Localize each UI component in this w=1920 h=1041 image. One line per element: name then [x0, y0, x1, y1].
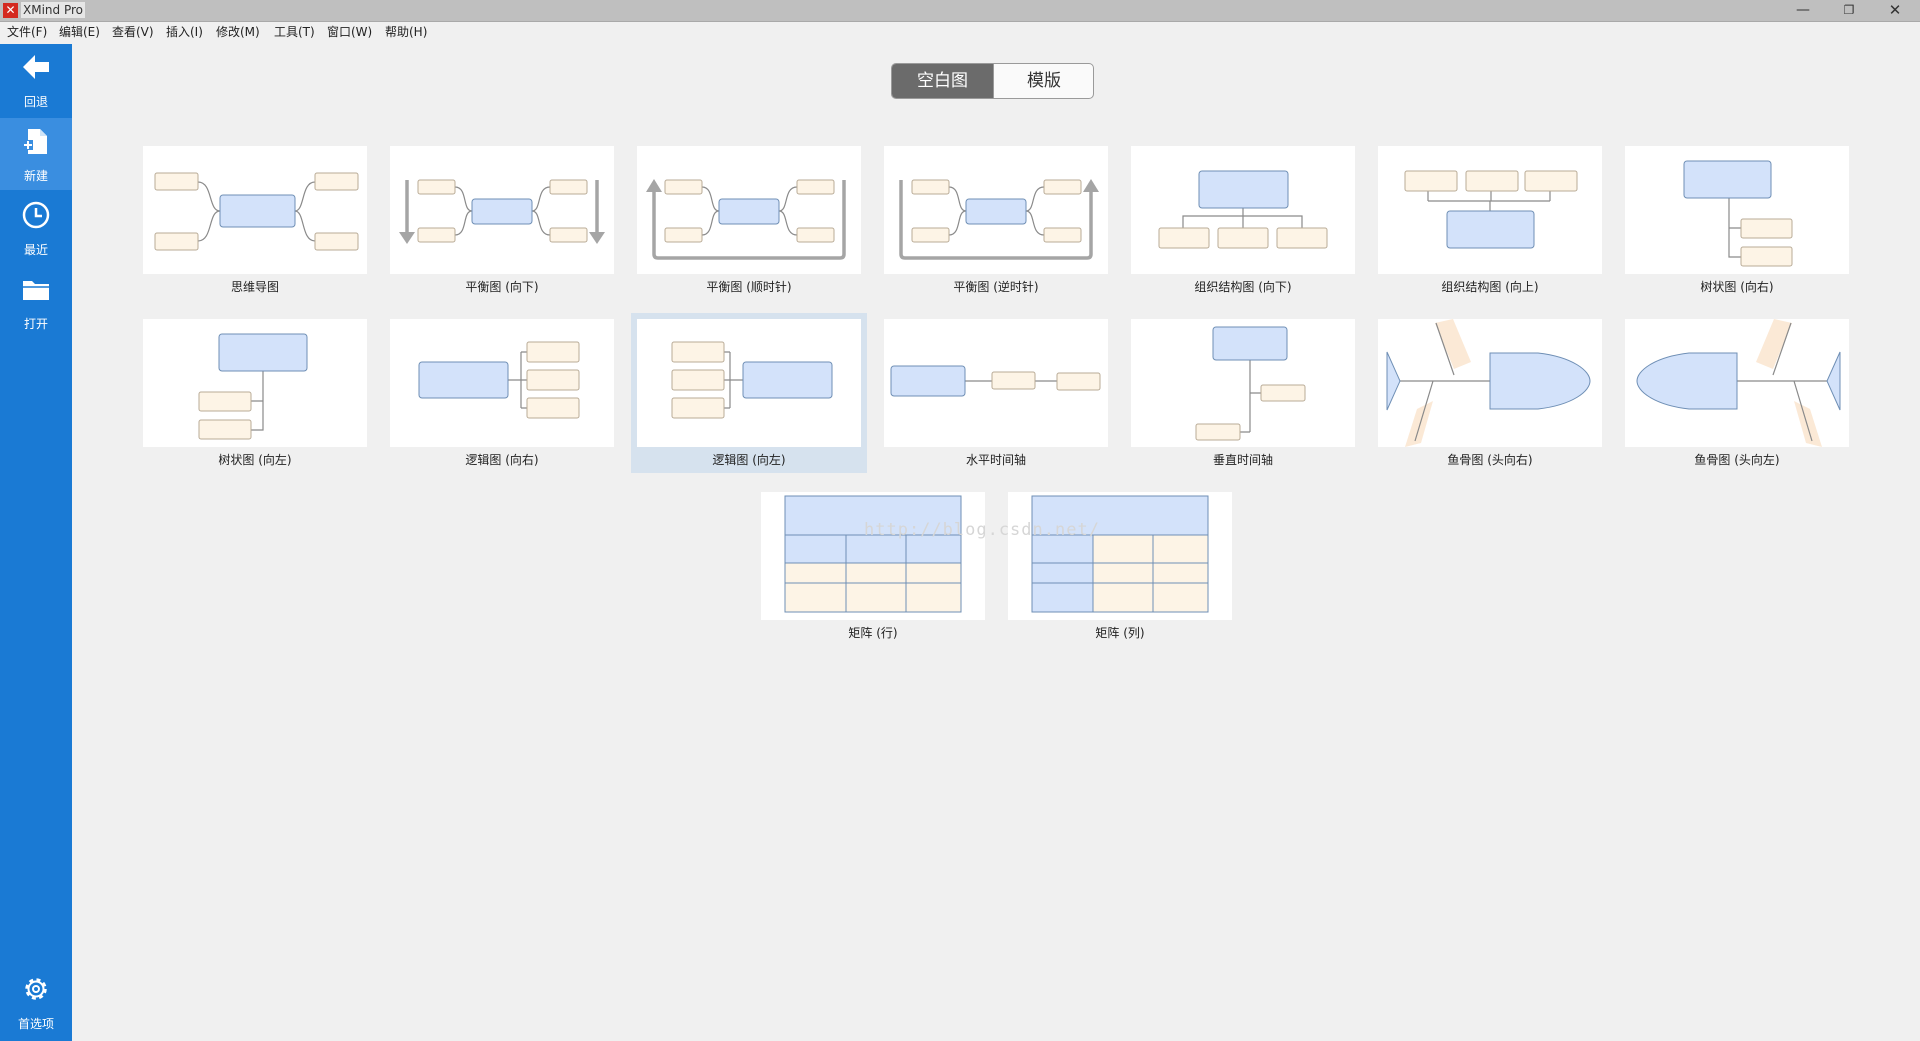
template-card-logic-left[interactable]: 逻辑图 (向左)	[631, 313, 867, 473]
template-thumbnail	[1008, 492, 1232, 620]
back-arrow-icon	[23, 55, 49, 79]
template-label: 组织结构图 (向上)	[1441, 280, 1539, 294]
template-label: 树状图 (向左)	[218, 453, 292, 467]
gear-icon	[25, 978, 47, 1000]
template-card-fishbone-right[interactable]: 鱼骨图 (头向右)	[1378, 319, 1602, 469]
template-thumbnail	[1378, 146, 1602, 274]
folder-icon	[23, 281, 49, 300]
template-thumbnail	[1131, 319, 1355, 447]
minimize-button[interactable]: —	[1780, 0, 1826, 21]
template-thumbnail	[1625, 146, 1849, 274]
template-label: 鱼骨图 (头向左)	[1694, 453, 1780, 467]
template-card-org-chart-up[interactable]: 组织结构图 (向上)	[1378, 146, 1602, 296]
tab-blank-map[interactable]: 空白图	[892, 64, 993, 98]
template-thumbnail	[1131, 146, 1355, 274]
menu-modify[interactable]: 修改(M)	[216, 22, 260, 43]
template-thumbnail	[637, 146, 861, 274]
template-thumbnail	[143, 146, 367, 274]
view-tabs: 空白图 模版	[891, 63, 1094, 99]
template-card-matrix-rows[interactable]: 矩阵 (行)	[761, 492, 985, 642]
template-card-org-chart-down[interactable]: 组织结构图 (向下)	[1131, 146, 1355, 296]
template-thumbnail	[884, 146, 1108, 274]
template-label: 组织结构图 (向下)	[1194, 280, 1292, 294]
maximize-button[interactable]: ❐	[1826, 0, 1872, 21]
template-thumbnail	[1625, 319, 1849, 447]
menu-file[interactable]: 文件(F)	[7, 22, 47, 43]
tab-templates[interactable]: 模版	[993, 64, 1093, 98]
template-label: 思维导图	[230, 280, 279, 294]
sidebar-item-label: 新建	[23, 169, 48, 183]
template-card-fishbone-left[interactable]: 鱼骨图 (头向左)	[1625, 319, 1849, 469]
template-label: 鱼骨图 (头向右)	[1447, 453, 1533, 467]
template-thumbnail	[390, 146, 614, 274]
sidebar: 回退 新建 最近 打开 首选项	[0, 44, 72, 1041]
sidebar-item-label: 最近	[23, 243, 48, 257]
sidebar-item-label: 打开	[23, 317, 48, 331]
menu-bar: 文件(F) 编辑(E) 查看(V) 插入(I) 修改(M) 工具(T) 窗口(W…	[0, 22, 1920, 43]
sidebar-item-label: 回退	[23, 95, 48, 109]
template-label: 垂直时间轴	[1212, 453, 1273, 467]
title-bar: ✕ XMind Pro — ❐ ✕	[0, 0, 1920, 22]
template-thumbnail	[143, 319, 367, 447]
template-thumbnail	[637, 319, 861, 447]
sidebar-item-open[interactable]: 打开	[0, 266, 72, 338]
preferences-button[interactable]: 首选项	[0, 966, 72, 1038]
sidebar-item-new[interactable]: 新建	[0, 118, 72, 190]
menu-edit[interactable]: 编辑(E)	[59, 22, 100, 43]
template-thumbnail	[761, 492, 985, 620]
preferences-label: 首选项	[17, 1017, 54, 1031]
template-card-tree-right[interactable]: 树状图 (向右)	[1625, 146, 1849, 296]
template-card-balance-down[interactable]: 平衡图 (向下)	[390, 146, 614, 296]
menu-view[interactable]: 查看(V)	[112, 22, 154, 43]
menu-tools[interactable]: 工具(T)	[274, 22, 315, 43]
xmind-logo-icon: ✕	[3, 3, 18, 18]
menu-window[interactable]: 窗口(W)	[327, 22, 372, 43]
template-card-matrix-columns[interactable]: 矩阵 (列)	[1008, 492, 1232, 642]
template-card-balance-clockwise[interactable]: 平衡图 (顺时针)	[637, 146, 861, 296]
template-card-mind-map[interactable]: 思维导图	[143, 146, 367, 296]
template-label: 平衡图 (逆时针)	[953, 280, 1039, 294]
template-label: 平衡图 (向下)	[465, 280, 539, 294]
watermark: http://blog.csdn.net/	[864, 520, 1100, 540]
template-thumbnail	[884, 319, 1108, 447]
template-label: 逻辑图 (向右)	[465, 453, 539, 467]
template-thumbnail	[1378, 319, 1602, 447]
template-thumbnail	[390, 319, 614, 447]
menu-help[interactable]: 帮助(H)	[385, 22, 427, 43]
template-label: 逻辑图 (向左)	[712, 453, 786, 467]
sidebar-item-back[interactable]: 回退	[0, 44, 72, 116]
template-card-tree-left[interactable]: 树状图 (向左)	[143, 319, 367, 469]
template-label: 矩阵 (行)	[848, 626, 898, 640]
template-card-balance-counterclockwise[interactable]: 平衡图 (逆时针)	[884, 146, 1108, 296]
template-label: 水平时间轴	[965, 453, 1026, 467]
template-label: 矩阵 (列)	[1095, 626, 1145, 640]
template-card-logic-right[interactable]: 逻辑图 (向右)	[390, 319, 614, 469]
template-label: 平衡图 (顺时针)	[706, 280, 792, 294]
template-label: 树状图 (向右)	[1700, 280, 1774, 294]
template-card-vertical-timeline[interactable]: 垂直时间轴	[1131, 319, 1355, 469]
new-document-icon	[23, 129, 47, 154]
sidebar-item-recent[interactable]: 最近	[0, 192, 72, 264]
window-title: XMind Pro	[21, 2, 85, 18]
template-card-horizontal-timeline[interactable]: 水平时间轴	[884, 319, 1108, 469]
clock-icon	[22, 201, 50, 229]
menu-insert[interactable]: 插入(I)	[166, 22, 203, 43]
close-button[interactable]: ✕	[1872, 0, 1918, 21]
